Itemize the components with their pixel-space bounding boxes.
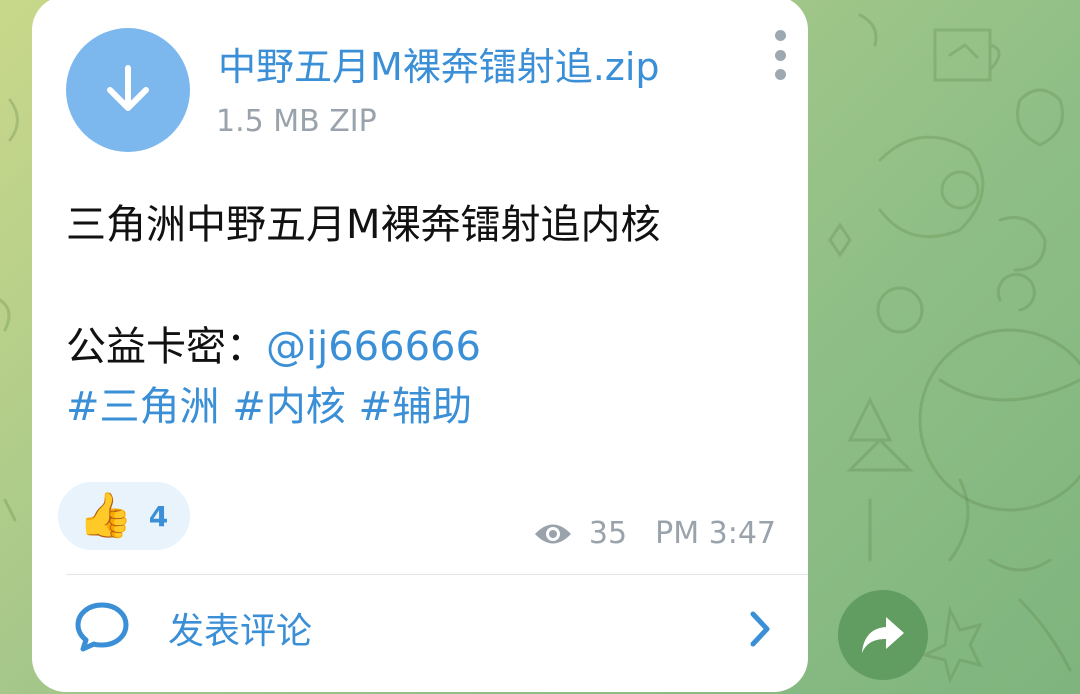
share-arrow-icon xyxy=(862,617,904,653)
message-meta: 35 PM 3:47 xyxy=(533,516,776,551)
key-label: 公益卡密： xyxy=(66,324,266,370)
hashtag-link[interactable]: #辅助 xyxy=(358,384,472,430)
reaction-chip[interactable]: 👍 4 xyxy=(58,482,190,550)
message-bubble: 中野五月M裸奔镭射追.zip 1.5 MB ZIP 三角洲中野五月M裸奔镭射追内… xyxy=(32,0,808,692)
more-options-icon[interactable] xyxy=(770,30,790,80)
message-key-line: 公益卡密：@ij666666 xyxy=(66,314,481,372)
reaction-count: 4 xyxy=(148,499,169,533)
message-tags: #三角洲 #内核 #辅助 xyxy=(66,374,472,432)
message-text: 三角洲中野五月M裸奔镭射追内核 xyxy=(66,202,661,248)
view-count: 35 xyxy=(588,516,628,551)
file-size: 1.5 MB ZIP xyxy=(216,104,377,139)
comment-bubble-icon xyxy=(75,602,129,652)
comments-label: 发表评论 xyxy=(168,611,313,652)
chevron-right-icon xyxy=(750,611,770,647)
download-arrow-icon xyxy=(107,65,149,111)
divider xyxy=(66,574,808,575)
eye-icon xyxy=(534,524,571,543)
message-time: PM 3:47 xyxy=(655,516,776,551)
share-button[interactable] xyxy=(838,590,928,680)
file-name[interactable]: 中野五月M裸奔镭射追.zip xyxy=(218,36,660,91)
hashtag-link[interactable]: #三角洲 xyxy=(66,384,220,430)
hashtag-link[interactable]: #内核 xyxy=(232,384,346,430)
thumbs-up-icon: 👍 xyxy=(78,490,133,541)
file-download-button[interactable] xyxy=(66,28,190,152)
key-link[interactable]: @ij666666 xyxy=(266,324,481,370)
comments-button[interactable]: 发表评论 xyxy=(32,576,808,686)
